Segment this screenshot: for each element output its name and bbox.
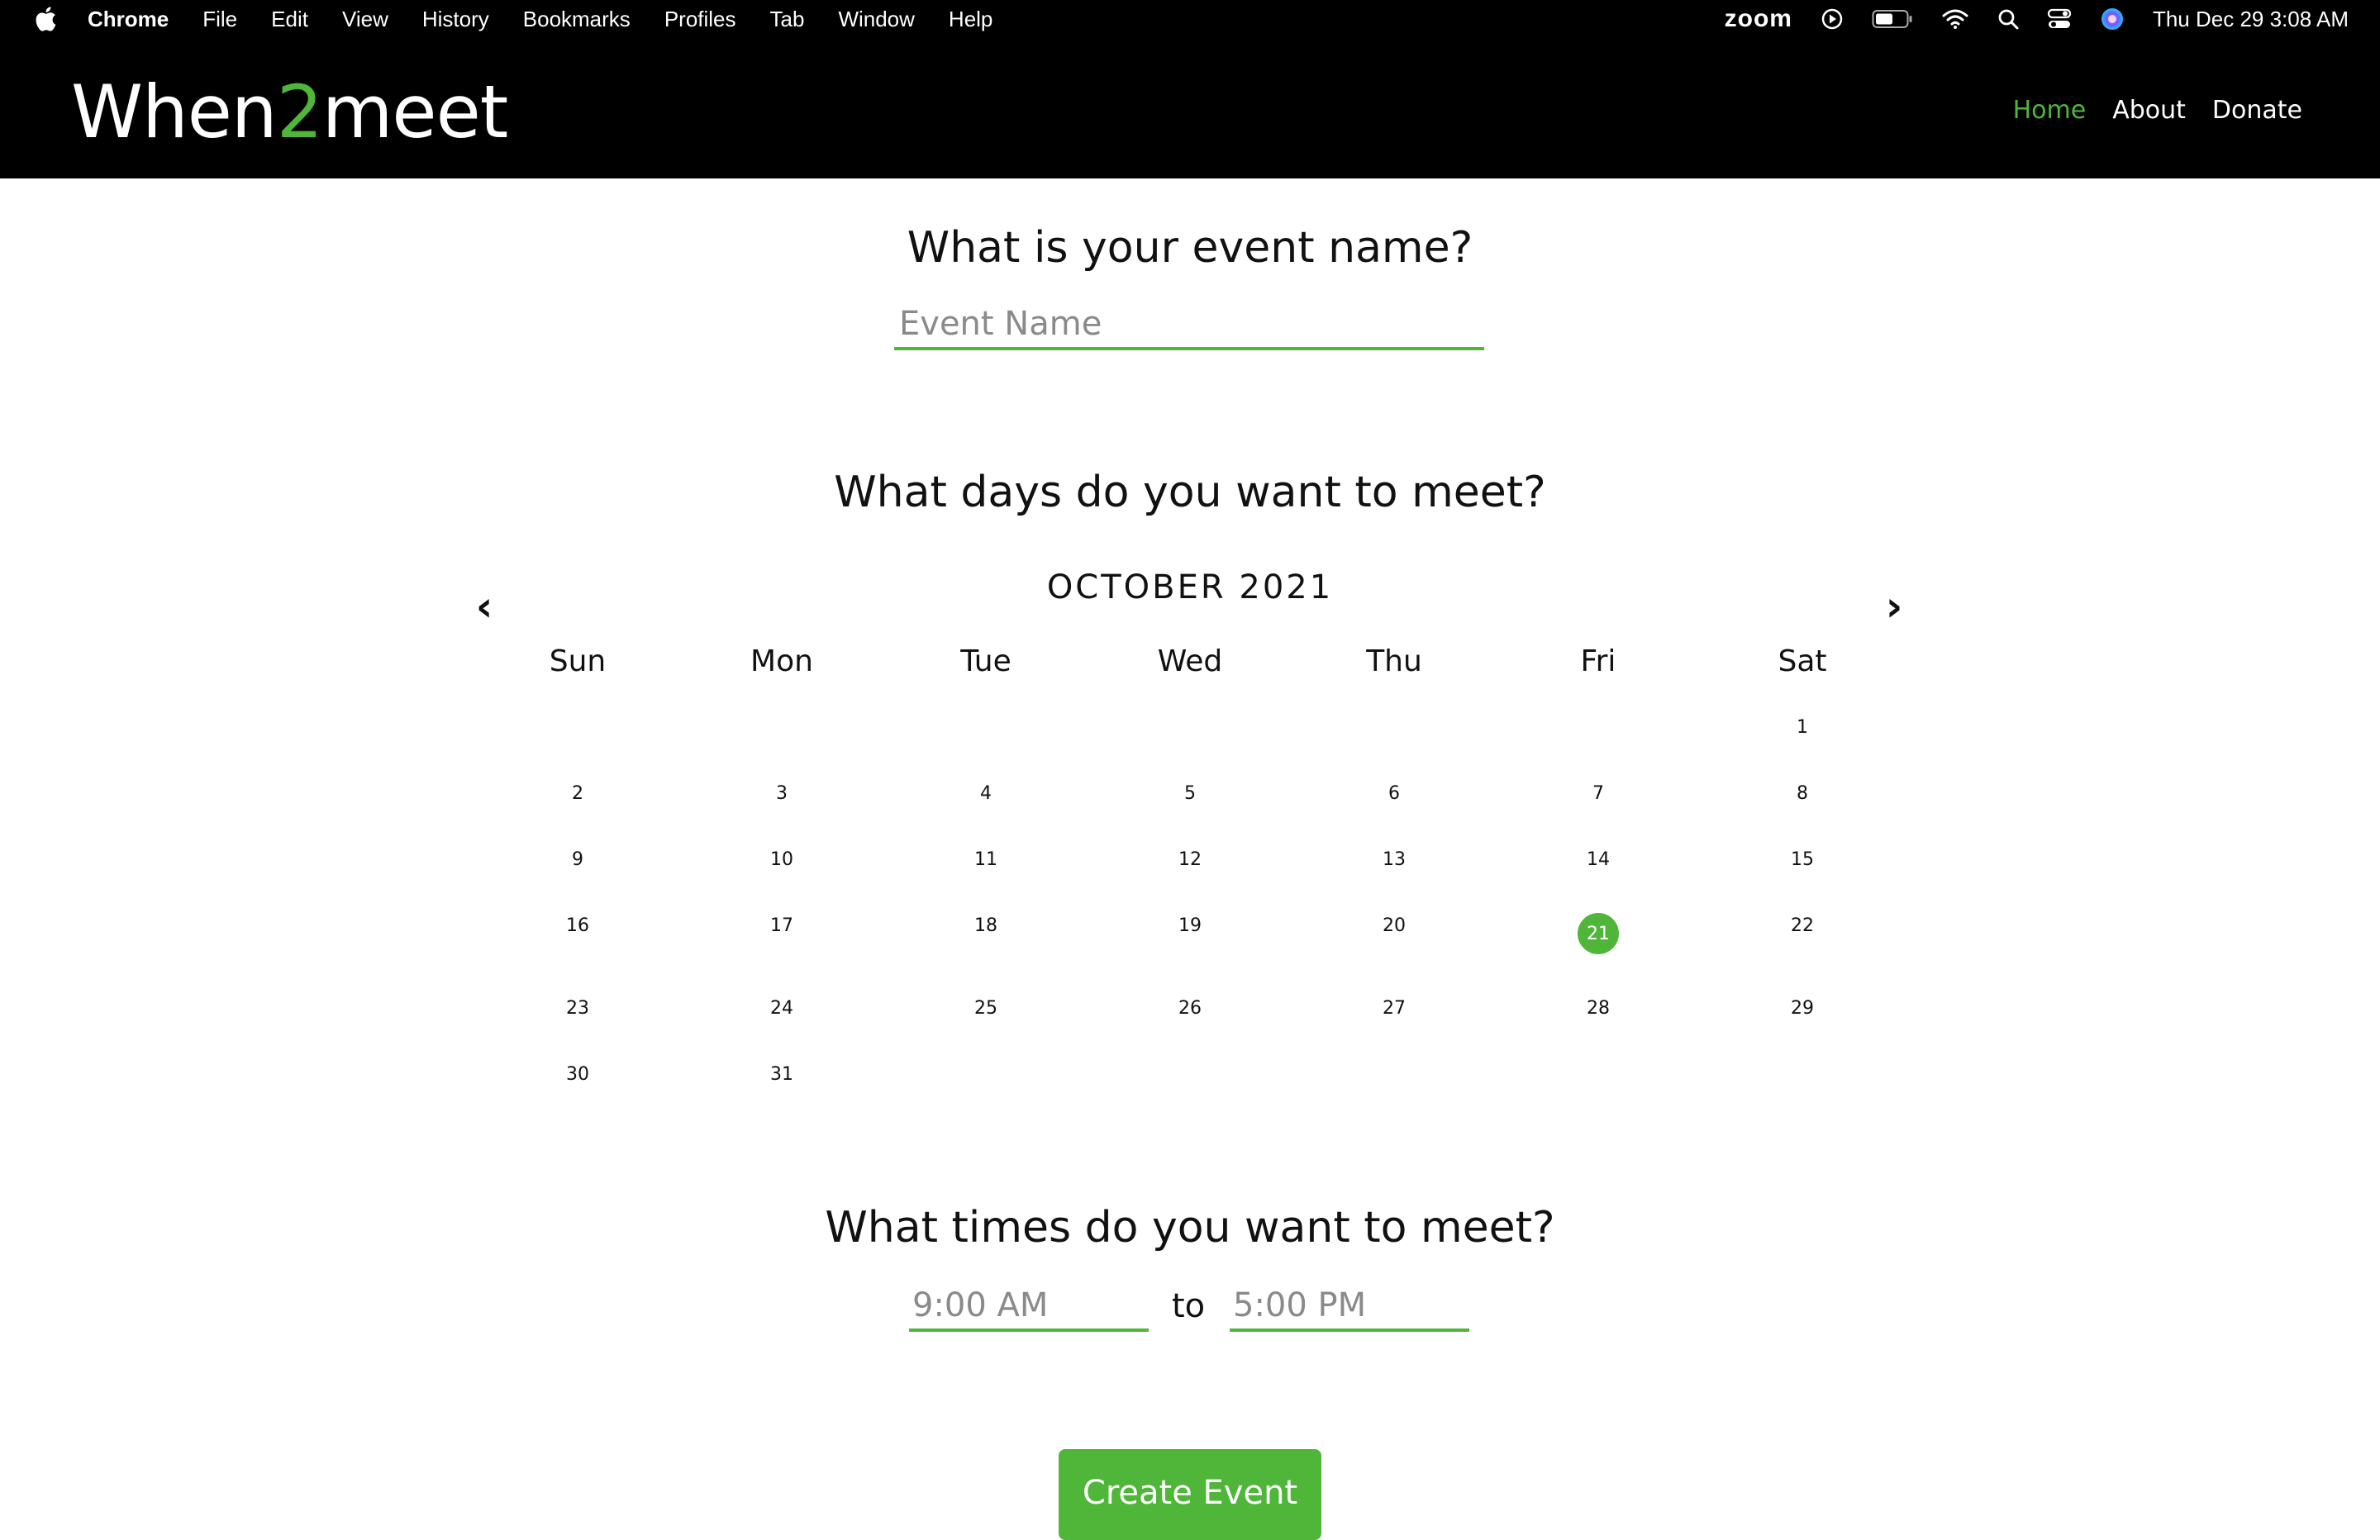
siri-icon[interactable] <box>2100 7 2125 31</box>
event-name-field <box>894 301 1484 350</box>
event-name-heading: What is your event name? <box>907 223 1473 273</box>
calendar-day-13[interactable]: 13 <box>1369 834 1419 884</box>
control-center-icon[interactable] <box>2047 7 2072 31</box>
weekday-wed: Wed <box>1157 644 1223 678</box>
calendar-day-27[interactable]: 27 <box>1369 983 1419 1033</box>
calendar-day-7[interactable]: 7 <box>1573 768 1623 818</box>
logo-text-meet: meet <box>321 69 509 154</box>
calendar-day-17[interactable]: 17 <box>757 901 807 950</box>
menu-file[interactable]: File <box>202 7 237 32</box>
calendar-day-22[interactable]: 22 <box>1778 901 1827 950</box>
menubar-clock[interactable]: Thu Dec 29 3:08 AM <box>2153 7 2349 32</box>
main-nav: Home About Donate <box>1987 96 2302 125</box>
calendar-day-30[interactable]: 30 <box>553 1049 602 1099</box>
calendar-day-10[interactable]: 10 <box>757 834 807 884</box>
times-heading: What times do you want to meet? <box>825 1203 1555 1252</box>
calendar-day-2[interactable]: 2 <box>553 768 602 818</box>
logo-text-2: 2 <box>276 69 323 154</box>
weekday-sat: Sat <box>1778 644 1827 678</box>
calendar-day-19[interactable]: 19 <box>1165 901 1215 950</box>
start-time-input[interactable] <box>909 1282 1149 1328</box>
weekday-thu: Thu <box>1366 644 1422 678</box>
calendar-day-21[interactable]: 21 <box>1578 913 1619 954</box>
calendar-day-20[interactable]: 20 <box>1369 901 1419 950</box>
menu-chrome[interactable]: Chrome <box>88 7 169 32</box>
calendar-day-9[interactable]: 9 <box>553 834 602 884</box>
menu-tab[interactable]: Tab <box>770 7 805 32</box>
days-heading: What days do you want to meet? <box>834 468 1546 517</box>
calendar-day-15[interactable]: 15 <box>1778 834 1827 884</box>
calendar-month-label: OCTOBER 2021 <box>1046 568 1334 606</box>
system-menu-bar: Chrome File Edit View History Bookmarks … <box>0 0 2380 38</box>
weekday-tue: Tue <box>960 644 1011 678</box>
zoom-status-item[interactable]: zoom <box>1725 5 1792 33</box>
next-month-icon[interactable]: › <box>1878 582 1911 630</box>
menu-help[interactable]: Help <box>949 7 992 32</box>
menu-edit[interactable]: Edit <box>271 7 308 32</box>
calendar-day-23[interactable]: 23 <box>553 983 602 1033</box>
calendar-day-5[interactable]: 5 <box>1165 768 1215 818</box>
calendar-day-18[interactable]: 18 <box>961 901 1011 950</box>
search-icon[interactable] <box>1997 8 2019 30</box>
calendar-day-26[interactable]: 26 <box>1165 983 1215 1033</box>
nav-about-link[interactable]: About <box>2112 96 2186 125</box>
start-time-field <box>909 1282 1149 1332</box>
wifi-icon[interactable] <box>1941 8 1969 30</box>
menu-profiles[interactable]: Profiles <box>664 7 736 32</box>
calendar-day-11[interactable]: 11 <box>961 834 1011 884</box>
calendar-day-3[interactable]: 3 <box>757 768 807 818</box>
play-circle-icon[interactable] <box>1821 7 1844 31</box>
calendar-day-12[interactable]: 12 <box>1165 834 1215 884</box>
nav-donate-link[interactable]: Donate <box>2212 96 2302 125</box>
when2meet-logo[interactable]: When2meet <box>71 69 509 154</box>
calendar-day-28[interactable]: 28 <box>1573 983 1623 1033</box>
create-event-button[interactable]: Create Event <box>1059 1449 1321 1540</box>
calendar-day-16[interactable]: 16 <box>553 901 602 950</box>
weekday-mon: Mon <box>750 644 813 678</box>
end-time-field <box>1230 1282 1469 1332</box>
weekday-header-row: Sun Mon Tue Wed Thu Fri Sat <box>0 644 2380 686</box>
weekday-sun: Sun <box>549 644 607 678</box>
calendar-day-24[interactable]: 24 <box>757 983 807 1033</box>
menu-window[interactable]: Window <box>838 7 914 32</box>
menu-bookmarks[interactable]: Bookmarks <box>523 7 631 32</box>
site-header: When2meet Home About Donate <box>0 38 2380 178</box>
end-time-input[interactable] <box>1230 1282 1469 1328</box>
calendar-day-1[interactable]: 1 <box>1778 702 1827 752</box>
calendar-day-29[interactable]: 29 <box>1778 983 1827 1033</box>
calendar-day-31[interactable]: 31 <box>757 1049 807 1099</box>
menu-history[interactable]: History <box>422 7 489 32</box>
menu-view[interactable]: View <box>342 7 388 32</box>
battery-icon[interactable] <box>1872 9 1913 29</box>
logo-text-when: When <box>71 69 278 154</box>
weekday-fri: Fri <box>1580 644 1616 678</box>
apple-logo-icon[interactable] <box>33 6 58 32</box>
event-name-input[interactable] <box>894 301 1484 347</box>
calendar-day-8[interactable]: 8 <box>1778 768 1827 818</box>
nav-home-link[interactable]: Home <box>2013 96 2087 125</box>
time-separator-label: to <box>1172 1287 1206 1325</box>
calendar-day-4[interactable]: 4 <box>961 768 1011 818</box>
calendar-day-25[interactable]: 25 <box>961 983 1011 1033</box>
calendar-day-6[interactable]: 6 <box>1369 768 1419 818</box>
calendar-day-14[interactable]: 14 <box>1573 834 1623 884</box>
